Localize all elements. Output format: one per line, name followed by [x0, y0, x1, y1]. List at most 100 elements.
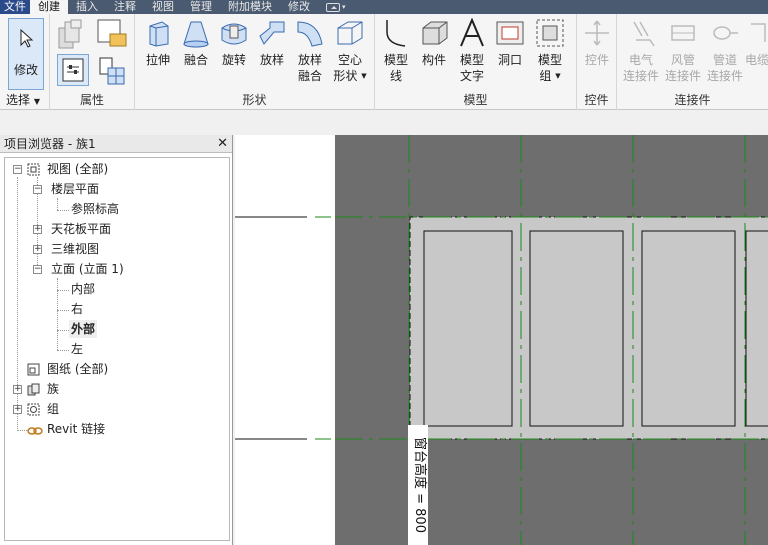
tree-guide	[57, 198, 58, 210]
tree-node-ceiling-plans[interactable]: 天花板平面	[51, 220, 111, 238]
void-forms-button[interactable]: 空心 形状 ▼	[331, 18, 369, 84]
pipe-connector-icon	[713, 26, 738, 40]
collapse-toggle[interactable]: −	[13, 165, 22, 174]
duct-connector-icon	[671, 25, 695, 41]
panel-connectors: 电气 连接件 风管 连接件 管道 连接件 电缆 连接件	[617, 14, 768, 110]
blend-button[interactable]: 融合	[177, 18, 215, 68]
tree-node-right[interactable]: 右	[71, 300, 83, 318]
cable-connector-label: 电缆	[745, 53, 768, 67]
tab-modify[interactable]: 修改	[280, 0, 318, 14]
model-line-icon	[386, 20, 406, 47]
project-browser: 项目浏览器 - 族1 ✕ − 视图 (全部) − 楼层平面 参照标高 + 天花板…	[0, 135, 233, 545]
opening-icon	[496, 21, 524, 45]
panel-toggle-icon	[326, 2, 340, 12]
link-chain-icon	[27, 427, 43, 435]
control-button[interactable]: 控件	[578, 18, 616, 68]
tree-node-left[interactable]: 左	[71, 340, 83, 358]
model-line-button[interactable]: 模型 线	[377, 18, 415, 84]
window-pane[interactable]	[745, 230, 768, 427]
window-pane[interactable]	[529, 230, 624, 427]
panel-select: 修改 选择 ▼	[0, 14, 50, 110]
sweep-button[interactable]: 放样	[253, 18, 291, 68]
family-types-icon[interactable]	[96, 18, 128, 50]
collapse-toggle[interactable]: −	[33, 265, 42, 274]
select-dropdown[interactable]: 选择 ▼	[6, 91, 40, 108]
model-group-button[interactable]: 模型 组 ▼	[531, 18, 569, 84]
properties-button[interactable]	[57, 54, 89, 86]
panel-shape: 拉伸 融合 旋转 放样 放样 融合 空心 形状 ▼ 形状	[135, 14, 375, 110]
opening-button[interactable]: 洞口	[491, 18, 529, 68]
tree-guide	[57, 278, 58, 350]
tab-insert[interactable]: 插入	[68, 0, 106, 14]
tree-node-floor-plans[interactable]: 楼层平面	[51, 180, 99, 198]
model-text-button[interactable]: 模型 文字	[453, 18, 491, 84]
window-pane[interactable]	[423, 230, 513, 427]
shape-panel-label: 形状	[242, 93, 267, 107]
model-text-icon	[460, 18, 484, 47]
panel-properties: 属性	[50, 14, 135, 110]
electrical-connector-button[interactable]: 电气 连接件	[621, 18, 661, 84]
sill-height-dimension[interactable]: 窗台高度 = 800	[410, 434, 428, 536]
component-icon	[422, 21, 448, 45]
tree-node-interior[interactable]: 内部	[71, 280, 95, 298]
modify-button[interactable]: 修改	[8, 18, 44, 90]
pipe-connector-button[interactable]: 管道 连接件	[705, 18, 745, 84]
collapse-toggle[interactable]: −	[33, 185, 42, 194]
ribbon-display-toggle[interactable]: ▾	[318, 0, 354, 14]
tab-manage[interactable]: 管理	[182, 0, 220, 14]
swept-blend-button[interactable]: 放样 融合	[291, 18, 329, 84]
model-group-icon	[536, 19, 564, 47]
close-icon[interactable]: ✕	[217, 136, 228, 151]
cable-connector-button[interactable]: 电缆	[745, 18, 768, 68]
tab-create[interactable]: 创建	[30, 0, 68, 14]
tree-node-3d-views[interactable]: 三维视图	[51, 240, 99, 258]
properties-icon	[62, 58, 84, 82]
tree-node-elevations[interactable]: 立面 (立面 1)	[51, 260, 124, 278]
chevron-down-icon: ▾	[342, 3, 346, 11]
expand-toggle[interactable]: +	[13, 405, 22, 414]
tree-node-views[interactable]: 视图 (全部)	[47, 160, 108, 178]
swept-blend-icon	[297, 21, 323, 47]
tree-guide	[57, 350, 69, 351]
component-label: 构件	[421, 53, 446, 67]
revolve-button[interactable]: 旋转	[215, 18, 253, 68]
expand-toggle[interactable]: +	[33, 225, 42, 234]
tree-guide	[57, 330, 69, 331]
model-panel-label: 模型	[463, 93, 488, 107]
chevron-down-icon: ▼	[361, 72, 367, 80]
cable-connector-icon	[751, 23, 766, 42]
elevation-view[interactable]	[235, 135, 768, 545]
tab-annotate[interactable]: 注释	[106, 0, 144, 14]
white-area	[235, 135, 335, 545]
swept-blend-label: 放样 融合	[297, 53, 322, 83]
extrusion-button[interactable]: 拉伸	[139, 18, 177, 68]
component-button[interactable]: 构件	[415, 18, 453, 68]
expand-toggle[interactable]: +	[33, 245, 42, 254]
tab-view[interactable]: 视图	[144, 0, 182, 14]
tab-file[interactable]: 文件	[0, 0, 30, 14]
window-pane[interactable]	[641, 230, 736, 427]
type-properties-icon[interactable]	[96, 54, 128, 86]
tree-node-groups[interactable]: 组	[47, 400, 59, 418]
families-icon	[27, 383, 40, 396]
duct-connector-button[interactable]: 风管 连接件	[663, 18, 703, 84]
panel-control: 控件 控件	[577, 14, 617, 110]
sheets-icon	[27, 363, 40, 376]
tree-node-revit-links[interactable]: Revit 链接	[47, 420, 105, 438]
tab-addins[interactable]: 附加模块	[220, 0, 280, 14]
ribbon: 修改 选择 ▼ 属性 拉伸 融合 旋转 放样 放样 融合 空心 形状 ▼ 形状 …	[0, 14, 768, 110]
tree-guide	[17, 430, 27, 431]
tree-node-sheets[interactable]: 图纸 (全部)	[47, 360, 108, 378]
drawing-canvas[interactable]: 窗台高度 = 800	[235, 135, 768, 545]
tree-node-families[interactable]: 族	[47, 380, 59, 398]
tree-node-exterior[interactable]: 外部	[69, 320, 98, 338]
model-text-label: 模型 文字	[459, 53, 484, 83]
panel-model: 模型 线 构件 模型 文字 洞口 模型 组 ▼ 模型	[375, 14, 577, 110]
control-arrows-icon	[585, 20, 609, 46]
void-forms-icon	[337, 21, 363, 45]
model-line-label: 模型 线	[383, 53, 408, 83]
revolve-label: 旋转	[221, 53, 246, 67]
tree-node-ref-level[interactable]: 参照标高	[71, 200, 119, 218]
family-category-icon[interactable]	[57, 18, 89, 50]
expand-toggle[interactable]: +	[13, 385, 22, 394]
